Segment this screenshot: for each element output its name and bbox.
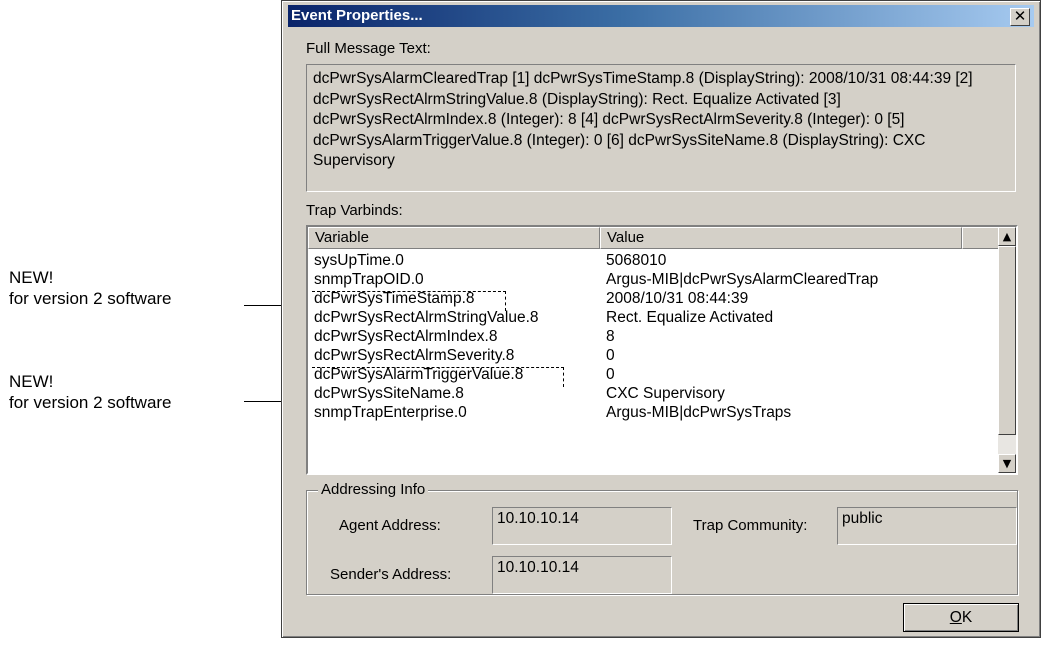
scroll-down-button[interactable]: ▼ [998,454,1016,473]
new-variable-highlight [312,367,564,387]
column-header-filler [962,227,1000,249]
dialog-title: Event Properties... [291,7,423,24]
value-cell: 5068010 [606,252,667,269]
variable-cell: sysUpTime.0 [314,252,404,269]
table-row[interactable]: sysUpTime.0 5068010 [308,251,1002,270]
variable-cell: snmpTrapOID.0 [314,271,424,288]
new-variable-highlight [312,291,506,311]
full-message-label: Full Message Text: [306,40,431,57]
close-button[interactable]: ✕ [1010,8,1030,26]
value-cell: Argus-MIB|dcPwrSysAlarmClearedTrap [606,271,879,288]
value-cell: CXC Supervisory [606,385,725,402]
trap-community-field[interactable]: public [837,507,1017,545]
variable-cell: snmpTrapEnterprise.0 [314,404,467,421]
title-bar[interactable]: Event Properties... ✕ [288,5,1034,27]
full-message-text[interactable]: dcPwrSysAlarmClearedTrap [1] dcPwrSysTim… [306,64,1016,192]
close-icon: ✕ [1013,7,1027,25]
sender-address-field[interactable]: 10.10.10.14 [492,556,672,594]
value-cell: Rect. Equalize Activated [606,309,774,326]
variable-cell: dcPwrSysRectAlrmIndex.8 [314,328,498,345]
sender-address-label: Sender's Address: [330,566,452,583]
column-header-value[interactable]: Value [600,227,962,249]
value-cell: 0 [606,347,615,364]
table-row[interactable]: dcPwrSysRectAlrmSeverity.8 0 [308,346,1002,365]
agent-address-field[interactable]: 10.10.10.14 [492,507,672,545]
arrow-down-icon: ▼ [1002,457,1012,470]
callout-version-note: for version 2 software [9,289,172,308]
ok-mnemonic: O [949,609,962,626]
varbinds-list[interactable]: Variable Value sysUpTime.0 5068010 snmpT… [306,225,1018,475]
value-cell: 0 [606,366,615,383]
agent-address-label: Agent Address: [339,517,441,534]
ok-label: K [961,609,973,626]
variable-cell: dcPwrSysRectAlrmSeverity.8 [314,347,515,364]
arrow-up-icon: ▲ [1002,230,1012,243]
value-cell: 8 [606,328,615,345]
scroll-thumb[interactable] [998,246,1016,435]
scroll-up-button[interactable]: ▲ [998,227,1016,246]
addressing-info-label: Addressing Info [318,481,429,498]
table-row[interactable]: dcPwrSysRectAlrmIndex.8 8 [308,327,1002,346]
callout-new-1: NEW! for version 2 software [9,267,172,309]
trap-varbinds-label: Trap Varbinds: [306,202,403,219]
value-cell: Argus-MIB|dcPwrSysTraps [606,404,792,421]
ok-button[interactable]: OK [903,603,1019,632]
callout-new-2: NEW! for version 2 software [9,371,172,413]
callout-new-label: NEW! [9,372,54,391]
trap-community-label: Trap Community: [693,517,808,534]
table-row[interactable]: snmpTrapOID.0 Argus-MIB|dcPwrSysAlarmCle… [308,270,1002,289]
value-cell: 2008/10/31 08:44:39 [606,290,749,307]
table-row[interactable]: snmpTrapEnterprise.0 Argus-MIB|dcPwrSysT… [308,403,1002,422]
callout-version-note: for version 2 software [9,393,172,412]
column-header-variable[interactable]: Variable [308,227,600,249]
event-properties-dialog: Event Properties... ✕ Full Message Text:… [281,0,1041,638]
vertical-scrollbar[interactable]: ▲ ▼ [998,227,1016,473]
callout-new-label: NEW! [9,268,54,287]
